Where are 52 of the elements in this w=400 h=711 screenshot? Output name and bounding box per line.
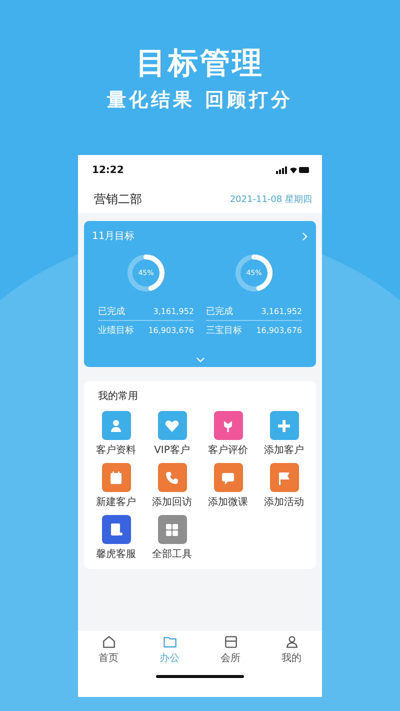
- store-icon: [222, 634, 238, 650]
- person-icon: [284, 634, 300, 650]
- status-time: 12:22: [92, 164, 124, 176]
- grid-icon: [164, 522, 180, 538]
- stat-label: 业绩目标: [98, 324, 134, 336]
- heart-icon: [164, 418, 180, 434]
- person-icon: [108, 418, 124, 434]
- chevron-right-icon[interactable]: [302, 232, 308, 240]
- date-label: 2021-11-08 星期四: [230, 194, 312, 206]
- hero-title: 目标管理: [136, 46, 264, 82]
- tile-label[interactable]: 客户评价: [208, 443, 248, 457]
- app-tile[interactable]: [158, 411, 186, 440]
- app-tile[interactable]: [158, 463, 186, 492]
- chevron-down-icon[interactable]: [196, 357, 204, 363]
- tile-label[interactable]: 全部工具: [152, 547, 192, 561]
- tile-label[interactable]: 新建客户: [96, 495, 136, 509]
- tile-label[interactable]: 添加活动: [264, 495, 304, 509]
- calendar-icon: [108, 470, 124, 486]
- home-icon: [100, 634, 116, 650]
- stat-value: 3,161,952: [261, 307, 302, 316]
- app-tile[interactable]: [102, 463, 130, 492]
- app-tile[interactable]: [158, 515, 186, 544]
- tile-label[interactable]: 添加回访: [152, 495, 192, 509]
- section-title: 我的常用: [97, 390, 139, 403]
- tile-label[interactable]: VIP客户: [154, 443, 190, 457]
- tab[interactable]: 首页: [98, 634, 118, 664]
- document-icon: [108, 522, 124, 538]
- card-title: 11月目标: [92, 230, 135, 243]
- phone-icon: [164, 470, 180, 486]
- stat-label: 三宝目标: [206, 324, 242, 336]
- app-tile[interactable]: [270, 411, 298, 440]
- status-icons: [276, 166, 310, 174]
- app-tile[interactable]: [270, 463, 298, 492]
- app-tile[interactable]: [102, 411, 130, 440]
- hero-subtitle: 量化结果 回顾打分: [107, 88, 293, 112]
- stat-label: 已完成: [98, 306, 125, 318]
- app-tile[interactable]: [214, 463, 242, 492]
- app-tile[interactable]: [214, 411, 242, 440]
- tile-label[interactable]: 客户资料: [96, 443, 136, 457]
- plus-icon: [276, 418, 292, 434]
- tile-label[interactable]: 添加客户: [264, 443, 304, 457]
- stat-label: 已完成: [206, 306, 233, 318]
- stat-value: 16,903,676: [256, 326, 302, 334]
- tile-label[interactable]: 添加微课: [208, 495, 248, 509]
- stat-value: 3,161,952: [153, 307, 194, 316]
- tab[interactable]: 会所: [220, 634, 240, 664]
- tab[interactable]: 我的: [282, 634, 302, 664]
- page-title: 营销二部: [94, 190, 142, 208]
- tile-label[interactable]: 馨虎客服: [96, 547, 136, 561]
- stat-value: 16,903,676: [148, 326, 194, 334]
- app-tile[interactable]: [102, 515, 130, 544]
- flag-icon: [276, 470, 292, 486]
